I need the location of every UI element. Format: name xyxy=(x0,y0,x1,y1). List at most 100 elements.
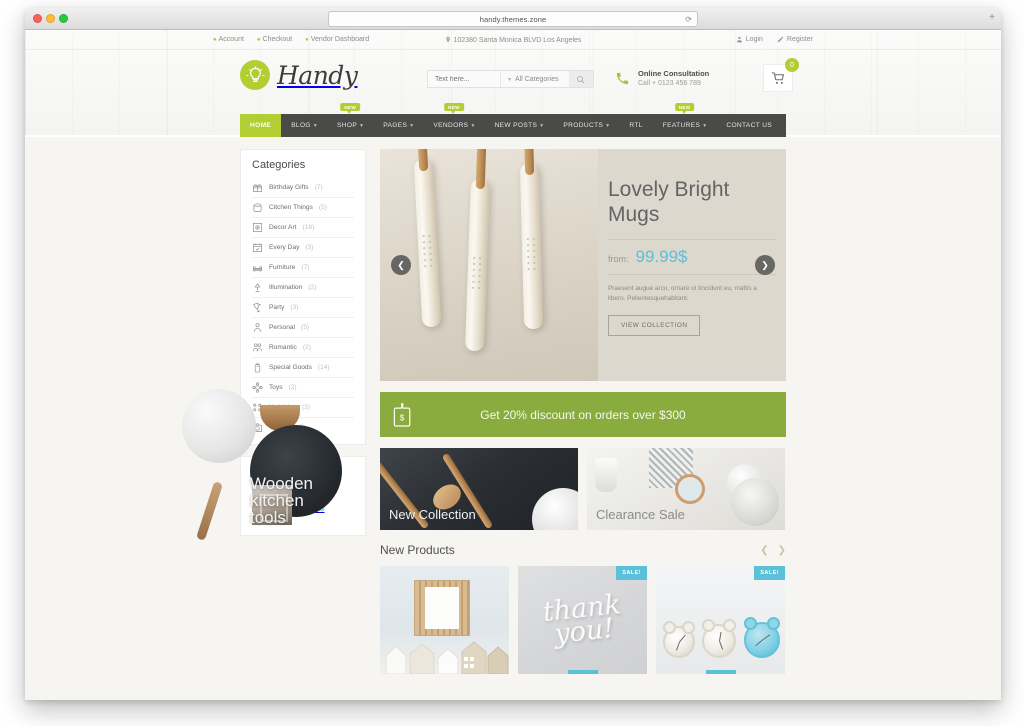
webpage: ● Account ● Checkout ● Vendor Dashboard 102… xyxy=(25,30,1001,700)
browser-titlebar: handy.themes.zone ⟳ + xyxy=(25,8,1001,30)
rolling-pin-shape xyxy=(465,149,490,352)
search-bar[interactable]: ▾ All Categories xyxy=(427,70,594,88)
copper-bowl-shape xyxy=(675,474,705,504)
search-input[interactable] xyxy=(428,71,500,87)
discount-banner[interactable]: $ Get 20% discount on orders over $300 xyxy=(380,392,786,437)
sofa-icon xyxy=(253,266,262,272)
rolling-pin-shape xyxy=(519,149,544,330)
new-products-list: SALE! thank you! SALE! xyxy=(380,566,786,674)
new-products-header: New Products ❮ ❯ xyxy=(380,543,786,557)
category-item-party[interactable]: Party (3) xyxy=(252,298,354,318)
nav-item-shop[interactable]: NEW SHOP ▾ xyxy=(327,103,373,137)
bullet-icon: ● xyxy=(305,37,309,43)
new-products-next-button[interactable]: ❯ xyxy=(778,545,786,556)
sale-badge: SALE! xyxy=(754,566,785,580)
search-submit-button[interactable] xyxy=(568,71,593,87)
category-item-toys[interactable]: Toys (2) xyxy=(252,378,354,398)
product-card[interactable]: SALE! thank you! xyxy=(518,566,647,674)
login-link[interactable]: Login xyxy=(736,36,763,43)
new-products-prev-button[interactable]: ❮ xyxy=(760,545,768,556)
category-item-birthday-gifts[interactable]: Birthday Gifts (7) xyxy=(252,178,354,198)
reload-icon[interactable]: ⟳ xyxy=(685,14,692,25)
store-address-text: 102380 Santa Monica BLVD Los Angeles xyxy=(453,36,582,44)
nav-new-badge: NEW xyxy=(444,103,464,114)
nav-item-label: SHOP xyxy=(337,122,358,129)
category-count: (2) xyxy=(308,284,317,291)
category-label: Illumination xyxy=(269,284,303,291)
category-item-citchen-things[interactable]: Citchen Things (5) xyxy=(252,198,354,218)
close-window-button[interactable] xyxy=(33,14,42,23)
nav-item-home[interactable]: HOME xyxy=(240,114,282,137)
product-color-bar xyxy=(567,670,598,674)
category-item-personal[interactable]: Personal (5) xyxy=(252,318,354,338)
tile-new-collection-label: New Collection xyxy=(389,507,476,522)
alarm-clock-shape xyxy=(663,621,695,658)
category-item-special-goods[interactable]: Special Goods (14) xyxy=(252,358,354,378)
utility-topbar: ● Account ● Checkout ● Vendor Dashboard 102… xyxy=(25,30,1001,50)
new-products-carousel-nav[interactable]: ❮ ❯ xyxy=(760,545,786,556)
hero-view-collection-button[interactable]: VIEW COLLECTION xyxy=(608,315,701,336)
chevron-down-icon: ▾ xyxy=(703,122,707,129)
category-item-illumination[interactable]: Illumination (2) xyxy=(252,278,354,298)
nav-item-vendors[interactable]: NEW VENDORS ▾ xyxy=(423,103,484,137)
register-link[interactable]: Register xyxy=(777,36,813,43)
category-item-furniture[interactable]: Furniture (7) xyxy=(252,258,354,278)
nav-item-contact-us[interactable]: CONTACT US xyxy=(716,114,782,137)
category-label: Personal xyxy=(269,324,296,331)
couple-icon xyxy=(253,343,262,352)
category-label: Birthday Gifts xyxy=(269,184,309,191)
nav-item-blog[interactable]: BLOG ▾ xyxy=(281,114,327,137)
minimize-window-button[interactable] xyxy=(46,14,55,23)
category-item-every-day[interactable]: Every Day (3) xyxy=(252,238,354,258)
category-count: (3) xyxy=(290,304,299,311)
sale-badge: SALE! xyxy=(616,566,647,580)
hero-next-button[interactable]: ❯ xyxy=(755,255,775,275)
pencil-icon xyxy=(777,36,784,43)
nav-item-label: VENDORS xyxy=(433,122,469,129)
lamp-icon xyxy=(254,283,261,292)
price-tag-icon: $ xyxy=(393,402,411,427)
product-card[interactable] xyxy=(380,566,509,674)
main-navigation[interactable]: HOME BLOG ▾ NEW SHOP ▾ PAGES ▾ NEW VENDORS ▾ NEW PO… xyxy=(240,103,786,137)
search-category-select[interactable]: ▾ All Categories xyxy=(500,71,569,87)
hero-product-image xyxy=(380,149,598,381)
nav-item-new-posts[interactable]: NEW POSTS ▾ xyxy=(485,114,554,137)
tile-new-collection[interactable]: New Collection xyxy=(380,448,578,530)
new-tab-button[interactable]: + xyxy=(989,12,995,23)
hero-title-line-2: Mugs xyxy=(608,203,660,226)
topbar-link-vendor-dashboard[interactable]: ● Vendor Dashboard xyxy=(305,36,369,43)
url-text: handy.themes.zone xyxy=(479,14,547,24)
address-bar[interactable]: handy.themes.zone ⟳ xyxy=(328,11,698,27)
topbar-link-checkout[interactable]: ● Checkout xyxy=(257,36,292,43)
nav-item-pages[interactable]: PAGES ▾ xyxy=(373,114,423,137)
category-item-decor-art[interactable]: Decor Art (18) xyxy=(252,218,354,238)
category-count: (2) xyxy=(302,344,311,351)
nav-item-rtl[interactable]: RTL xyxy=(619,114,652,137)
category-label: Citchen Things xyxy=(269,204,313,211)
topbar-link-account-label: Account xyxy=(218,36,244,43)
thank-you-lettering: thank you! xyxy=(541,589,623,650)
hero-prev-button[interactable]: ❮ xyxy=(391,255,411,275)
maximize-window-button[interactable] xyxy=(59,14,68,23)
cart-button[interactable]: 0 xyxy=(763,58,799,92)
window-controls[interactable] xyxy=(33,14,68,23)
tile-clearance-sale[interactable]: Clearance Sale xyxy=(587,448,785,530)
category-count: (7) xyxy=(301,264,310,271)
product-card[interactable]: SALE! xyxy=(656,566,785,674)
category-item-romantic[interactable]: Romantic (2) xyxy=(252,338,354,358)
topbar-link-account[interactable]: ● Account xyxy=(213,36,244,43)
cart-icon xyxy=(771,71,784,84)
svg-text:$: $ xyxy=(400,413,405,422)
site-logo[interactable]: Handy xyxy=(240,60,358,90)
nav-item-features[interactable]: NEW FEATURES ▾ xyxy=(653,103,717,137)
categories-widget: Categories Birthday Gifts (7) Citchen Thin… xyxy=(240,149,366,445)
login-label: Login xyxy=(745,36,763,43)
consultation-title: Online Consultation xyxy=(638,69,710,78)
nav-item-products[interactable]: PRODUCTS ▾ xyxy=(553,114,619,137)
gift-icon xyxy=(253,184,262,192)
alarm-clock-shape xyxy=(702,619,736,658)
category-label: Toys xyxy=(269,384,283,391)
category-label: Furniture xyxy=(269,264,296,271)
online-consultation: Online Consultation Call + 0123 456 789 xyxy=(615,69,709,87)
wooden-houses-shape xyxy=(385,641,509,674)
